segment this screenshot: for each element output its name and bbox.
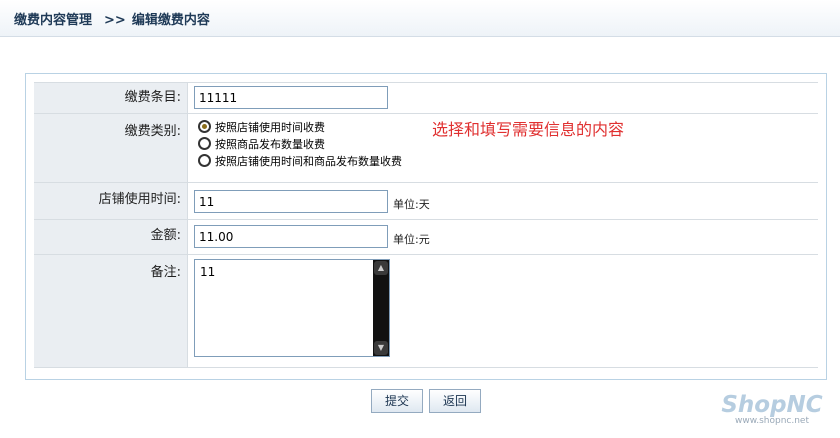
breadcrumb-separator: >> [104,13,126,28]
shop-time-unit: 单位:天 [393,198,430,211]
type-option-3[interactable]: 按照店铺使用时间和商品发布数量收费 [198,152,402,169]
type-option-1[interactable]: 按照店铺使用时间收费 [198,118,402,135]
submit-button[interactable]: 提交 [371,389,423,413]
edit-form-panel: 缴费条目: 缴费类别: 按照店铺使用时间收费 按照商品发布数量收费 [25,73,827,380]
instruction-hint: 选择和填写需要信息的内容 [432,120,625,139]
form-row-item: 缴费条目: [34,82,818,114]
amount-label: 金额: [34,220,188,254]
breadcrumb-section[interactable]: 缴费内容管理 [14,13,92,28]
note-scrollbar[interactable]: ▲ ▼ [373,260,389,356]
type-radio-group: 按照店铺使用时间收费 按照商品发布数量收费 按照店铺使用时间和商品发布数量收费 [198,118,402,169]
item-input[interactable] [194,86,388,109]
breadcrumb: 缴费内容管理 >> 编辑缴费内容 [14,9,210,28]
scroll-down-arrow-icon[interactable]: ▼ [374,341,388,355]
form-row-note: 备注: 11 ▲ ▼ [34,255,818,368]
item-label: 缴费条目: [34,83,188,113]
note-label: 备注: [34,255,188,367]
amount-input[interactable] [194,225,388,248]
back-button[interactable]: 返回 [429,389,481,413]
form-row-shop-time: 店铺使用时间: 单位:天 [34,183,818,220]
type-option-2[interactable]: 按照商品发布数量收费 [198,135,402,152]
shop-time-input[interactable] [194,190,388,213]
type-option-3-label[interactable]: 按照店铺使用时间和商品发布数量收费 [215,153,402,169]
note-textarea[interactable]: 11 ▲ ▼ [194,259,390,357]
radio-unchecked-icon[interactable] [198,154,211,167]
brand-logo: ShopNC [721,392,823,418]
brand-watermark: ShopNC www.shopnc.net [712,392,832,426]
page-header: 缴费内容管理 >> 编辑缴费内容 [0,0,840,37]
form-actions: 提交 返回 [371,389,487,413]
scroll-up-arrow-icon[interactable]: ▲ [374,261,388,275]
type-option-1-label[interactable]: 按照店铺使用时间收费 [215,119,325,135]
type-option-2-label[interactable]: 按照商品发布数量收费 [215,136,325,152]
type-label: 缴费类别: [34,114,188,182]
form-row-type: 缴费类别: 按照店铺使用时间收费 按照商品发布数量收费 按照店铺使用时间和商品发… [34,114,818,183]
radio-unchecked-icon[interactable] [198,137,211,150]
amount-unit: 单位:元 [393,233,430,246]
shop-time-label: 店铺使用时间: [34,183,188,219]
form-row-amount: 金额: 单位:元 [34,220,818,255]
edit-form: 缴费条目: 缴费类别: 按照店铺使用时间收费 按照商品发布数量收费 [34,82,818,368]
radio-checked-icon[interactable] [198,120,211,133]
breadcrumb-current: 编辑缴费内容 [131,13,210,28]
note-text[interactable]: 11 [200,265,215,279]
